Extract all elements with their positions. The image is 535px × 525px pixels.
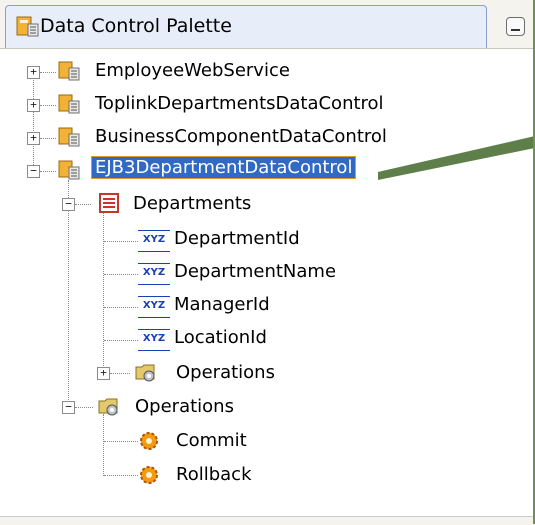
minimize-icon[interactable] [506, 17, 525, 36]
tree-connector [104, 241, 138, 242]
panel-tab[interactable]: Data Control Palette [5, 5, 487, 48]
data-control-icon [58, 160, 80, 180]
tree-connector [104, 475, 138, 476]
data-control-icon [58, 94, 80, 114]
tree-node-managerid[interactable]: ManagerId [174, 294, 270, 315]
tree-connector [68, 180, 69, 406]
tree-node-businesscomponentdatacontrol[interactable]: BusinessComponentDataControl [95, 126, 387, 147]
attribute-icon: XYZ [138, 263, 170, 285]
tree-connector [104, 274, 138, 275]
data-control-icon [58, 127, 80, 147]
tree-connector [75, 407, 93, 408]
data-control-icon [58, 61, 80, 81]
tree-connector [104, 441, 138, 442]
collapse-icon[interactable]: − [62, 198, 75, 211]
attribute-icon: XYZ [138, 296, 170, 318]
tree-connector [40, 138, 56, 139]
tree-node-toplinkdepartmentsdatacontrol[interactable]: ToplinkDepartmentsDataControl [95, 93, 384, 114]
tree-connector [104, 307, 138, 308]
tree-connector [104, 340, 138, 341]
expand-icon[interactable]: + [27, 66, 40, 79]
tree-node-rollback[interactable]: Rollback [176, 464, 252, 485]
panel-title: Data Control Palette [40, 15, 232, 37]
collapse-icon[interactable]: − [62, 401, 75, 414]
collection-icon [99, 193, 119, 213]
tree-connector [75, 204, 91, 205]
expand-icon[interactable]: + [97, 367, 110, 380]
tree-connector [110, 373, 130, 374]
attribute-icon: XYZ [138, 329, 170, 351]
attribute-icon: XYZ [138, 230, 170, 252]
operation-gear-icon [140, 432, 158, 450]
expand-icon[interactable]: + [27, 99, 40, 112]
expand-icon[interactable]: + [27, 132, 40, 145]
operations-folder-icon [135, 364, 155, 382]
tree-node-commit[interactable]: Commit [176, 430, 247, 451]
collapse-icon[interactable]: − [27, 165, 40, 178]
tree-connector [40, 105, 56, 106]
tree-connector [33, 68, 34, 175]
operations-folder-icon [98, 398, 118, 416]
tree-connector [40, 171, 56, 172]
tree-connector [103, 212, 104, 372]
tree-node-locationid[interactable]: LocationId [174, 327, 267, 348]
tree-connector [103, 414, 104, 476]
tree-node-operations[interactable]: Operations [135, 396, 234, 417]
tree-node-departmentid[interactable]: DepartmentId [174, 228, 300, 249]
callout-arrow [378, 136, 535, 180]
tree-node-operations-departments[interactable]: Operations [176, 362, 275, 383]
operation-gear-icon [140, 466, 158, 484]
tree-node-departmentname[interactable]: DepartmentName [174, 261, 336, 282]
tree-node-ejb3departmentdatacontrol[interactable]: EJB3DepartmentDataControl [91, 156, 357, 179]
data-control-palette: Data Control Palette + EmployeeWebServic… [0, 0, 535, 525]
data-control-icon [16, 16, 39, 37]
tree-node-employeewebservice[interactable]: EmployeeWebService [95, 60, 290, 81]
tree-connector [40, 72, 56, 73]
tree-node-departments[interactable]: Departments [133, 193, 251, 214]
panel-titlebar: Data Control Palette [0, 0, 535, 49]
